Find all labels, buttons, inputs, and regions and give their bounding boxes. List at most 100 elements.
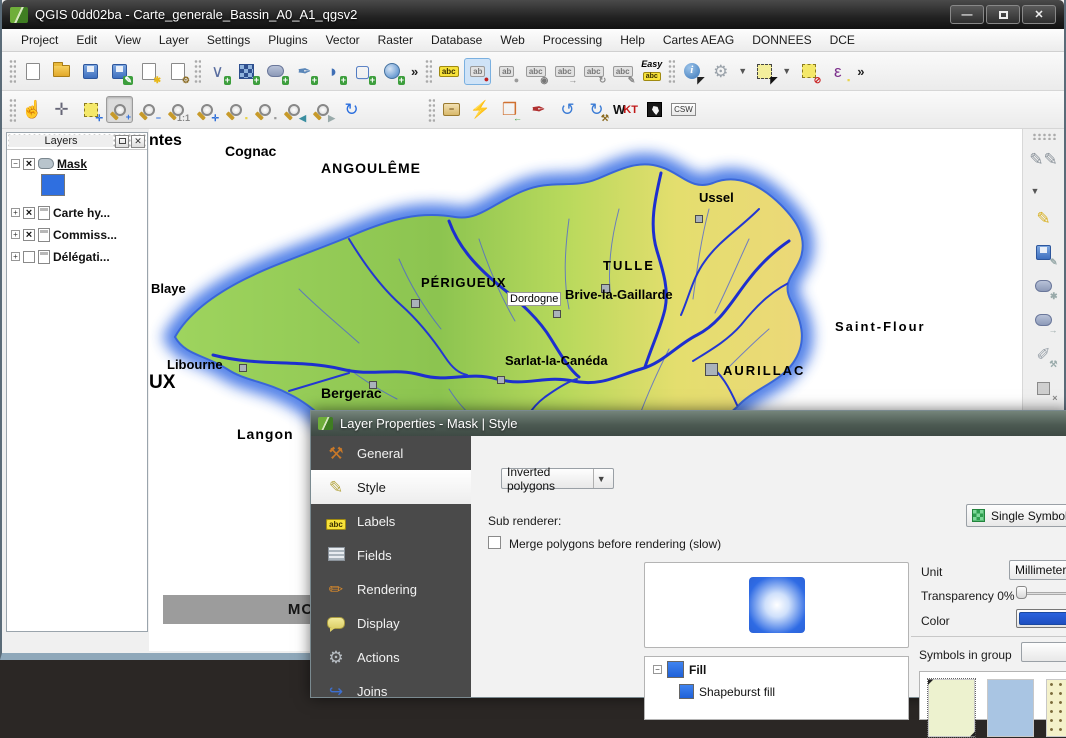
single-symbol-select[interactable]: Single Symbol [966,504,1066,527]
menu-view[interactable]: View [106,30,150,50]
fill-swatch[interactable] [41,174,65,196]
quick-run-icon[interactable]: ⚡ [467,96,494,123]
layer-checkbox[interactable]: × [23,207,35,219]
tab-actions[interactable]: ⚙Actions [311,640,471,674]
csw-icon[interactable]: CSW [670,96,697,123]
toolbar-grip[interactable] [1032,133,1056,140]
toolbar-grip[interactable] [9,98,16,122]
move-feature-icon[interactable]: → [1029,305,1059,335]
copy-views-icon[interactable]: ❒← [496,96,523,123]
layer-item-cartehy[interactable]: +×Carte hy... [7,204,147,221]
layer-checkbox[interactable]: × [23,229,35,241]
label-visibility-icon[interactable]: abc◉ [522,58,549,85]
add-postgis-layer-icon[interactable]: + [262,58,289,85]
toolbar-grip[interactable] [668,59,675,83]
layer-item-dlgati[interactable]: +×Délégati... [7,248,147,265]
zoom-out-icon[interactable]: − [135,96,162,123]
dotted-fill[interactable] [1046,679,1066,737]
add-vector-layer-icon[interactable]: ∨+ [204,58,231,85]
menu-help[interactable]: Help [611,30,654,50]
save-project-as-icon[interactable]: ✎ [106,58,133,85]
menu-database[interactable]: Database [422,30,491,50]
menu-layer[interactable]: Layer [150,30,198,50]
title-bar[interactable]: QGIS 0dd02ba - Carte_generale_Bassin_A0_… [2,0,1064,29]
menu-settings[interactable]: Settings [198,30,259,50]
blue-fill[interactable] [987,679,1034,737]
expander-icon[interactable]: + [11,208,20,217]
undo-icon[interactable]: ↺ [554,96,581,123]
menu-processing[interactable]: Processing [534,30,611,50]
toolbar-grip[interactable] [9,59,16,83]
color-button[interactable] [1016,609,1066,628]
expander-icon[interactable]: + [11,230,20,239]
menu-donnees[interactable]: DONNEES [743,30,820,50]
chevron-down-icon[interactable]: ▼ [780,59,793,84]
close-panel-button[interactable]: ✕ [131,135,145,148]
menu-project[interactable]: Project [12,30,67,50]
zoom-last-icon[interactable]: ◀ [280,96,307,123]
close-button[interactable]: ✕ [1022,5,1056,24]
label-anchor-icon[interactable]: ab● [493,58,520,85]
toolbar-grip[interactable] [425,59,432,83]
zoom-in-icon[interactable]: + [106,96,133,123]
add-mssql-layer-icon[interactable]: ◗+ [320,58,347,85]
pan-map-icon[interactable]: ✛ [48,96,75,123]
select-rectangle-icon[interactable]: ◤ [751,58,778,85]
label-rotate-icon[interactable]: abc↻ [580,58,607,85]
merge-polygons-checkbox[interactable] [488,536,501,549]
chevron-down-icon[interactable]: ▼ [1029,178,1042,203]
open-project-icon[interactable] [48,58,75,85]
toolbar-grip[interactable] [194,59,201,83]
unit-select[interactable]: Millimeter ▼ [1009,560,1066,580]
easy-label-icon[interactable]: Easyabc [638,58,665,85]
tab-fields[interactable]: Fields [311,538,471,572]
redo-config-icon[interactable]: ↻⚒ [583,96,610,123]
collapse-icon[interactable]: − [653,665,662,674]
tab-style[interactable]: ✎Style [311,470,471,504]
save-edits-icon[interactable]: ✎ [1029,237,1059,267]
zoom-to-layer-icon[interactable]: ▪ [251,96,278,123]
add-wms-layer-icon[interactable]: + [378,58,405,85]
layer-item-commiss[interactable]: +×Commiss... [7,226,147,243]
slider-handle[interactable] [1016,586,1027,599]
deselect-all-icon[interactable]: ⊘ [795,58,822,85]
archive-icon[interactable]: − [438,96,465,123]
maximize-button[interactable] [986,5,1020,24]
wkt-icon[interactable]: WKT [612,96,639,123]
pale-yellow-fill[interactable] [928,679,975,737]
grass-tools-icon[interactable]: ✒ [525,96,552,123]
layer-labeling-icon[interactable]: abc [435,58,462,85]
menu-web[interactable]: Web [491,30,533,50]
menu-plugins[interactable]: Plugins [259,30,316,50]
current-edits-icon[interactable]: ✎✎ [1029,144,1059,174]
composer-manager-icon[interactable]: ⚙ [164,58,191,85]
symbol-tree-root[interactable]: − Fill [645,657,908,680]
tab-general[interactable]: ⚒General [311,436,471,470]
pan-to-selection-icon[interactable]: ✛ [77,96,104,123]
toggle-editing-icon[interactable]: ✎ [1029,203,1059,233]
add-raster-layer-icon[interactable]: + [233,58,260,85]
zoom-native-icon[interactable]: 1:1 [164,96,191,123]
menu-vector[interactable]: Vector [317,30,369,50]
transparency-slider[interactable] [1016,586,1066,600]
tab-rendering[interactable]: ✏Rendering [311,572,471,606]
expander-icon[interactable]: − [11,159,20,168]
layer-checkbox[interactable]: × [23,251,35,263]
toolbar-overflow[interactable]: » [853,64,868,79]
dialog-title-bar[interactable]: Layer Properties - Mask | Style [311,411,1066,436]
expander-icon[interactable]: + [11,252,20,261]
select-by-expression-icon[interactable]: ε▪ [824,58,851,85]
symbols-group-select[interactable]: ▼ [1021,642,1066,662]
new-project-icon[interactable] [19,58,46,85]
label-properties-icon[interactable]: abc✎ [609,58,636,85]
label-move-icon[interactable]: abc→ [551,58,578,85]
run-feature-action-icon[interactable]: ⚙ [707,58,734,85]
new-composer-icon[interactable]: ✱ [135,58,162,85]
tab-display[interactable]: Display [311,606,471,640]
menu-dce[interactable]: DCE [821,30,864,50]
minimize-button[interactable]: — [950,5,984,24]
add-feature-icon[interactable]: ✱ [1029,271,1059,301]
chevron-down-icon[interactable]: ▼ [736,59,749,84]
node-tool-icon[interactable]: ✐⚒ [1029,339,1059,369]
add-oracle-layer-icon[interactable]: ▢+ [349,58,376,85]
